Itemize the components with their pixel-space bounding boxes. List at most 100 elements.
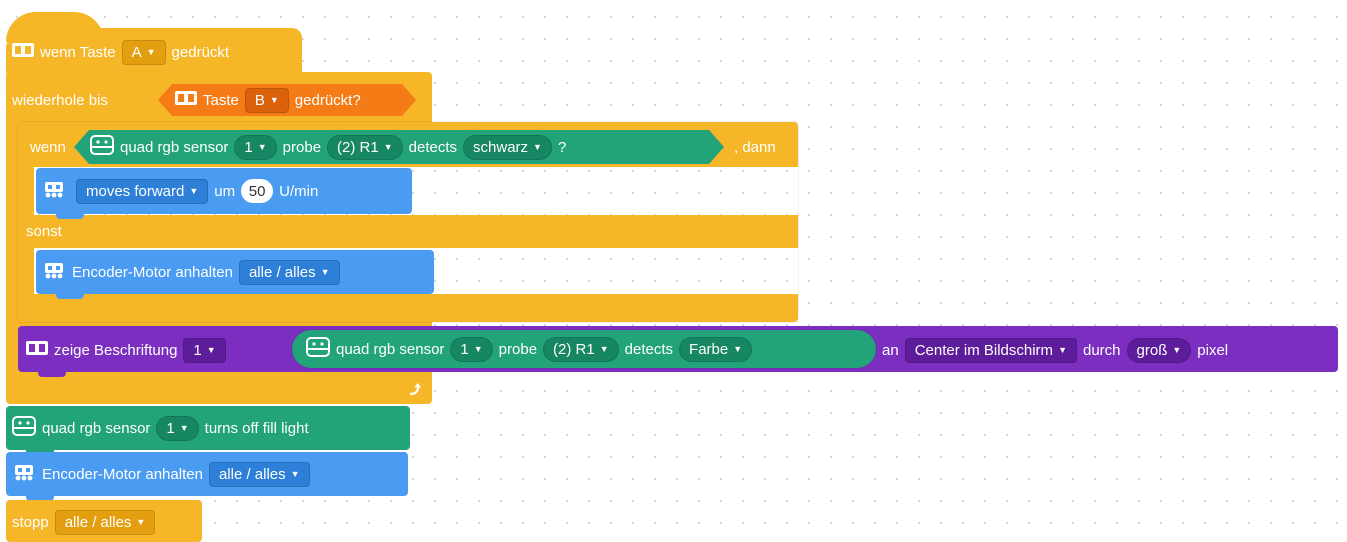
encoder-motor-icon — [42, 180, 66, 202]
show-label-content: zeige Beschriftung 1 ▼ — [26, 336, 226, 364]
stop-all-dropdown[interactable]: alle / alles ▼ — [54, 509, 156, 535]
stop-encoder-inner-label: Encoder-Motor anhalten — [72, 263, 233, 281]
position-value: Center im Bildschirm — [914, 341, 1054, 359]
quad-rgb-sensor-icon — [306, 337, 330, 361]
quad-rgb-sensor-icon — [90, 135, 114, 159]
chevron-down-icon: ▼ — [533, 142, 542, 152]
encoder-motor-icon — [12, 463, 36, 485]
reporter-sensor-index-value: 1 — [460, 340, 469, 358]
repeat-until-label: wiederhole bis — [12, 91, 108, 109]
quad-rgb-sensor-icon — [12, 416, 36, 440]
board-icon — [26, 341, 48, 359]
stop-all-label: stopp — [12, 513, 49, 531]
color-value: schwarz — [473, 138, 529, 156]
reporter-sensor-label: quad rgb sensor — [336, 340, 445, 358]
probe-dropdown[interactable]: (2) R1 ▼ — [327, 134, 403, 160]
chevron-down-icon: ▼ — [473, 344, 483, 354]
size-dropdown[interactable]: groß ▼ — [1126, 337, 1192, 363]
stop-encoder-outer-label: Encoder-Motor anhalten — [42, 465, 203, 483]
chevron-down-icon: ▼ — [269, 95, 279, 105]
sensor-index-dropdown[interactable]: 1 ▼ — [234, 134, 277, 160]
stop-encoder-outer-content: Encoder-Motor anhalten alle / alles ▼ — [12, 460, 310, 488]
chevron-down-icon: ▼ — [146, 47, 156, 57]
chevron-down-icon: ▼ — [383, 142, 393, 152]
reporter-probe-label: probe — [498, 340, 538, 358]
color-dropdown[interactable]: schwarz ▼ — [463, 134, 552, 160]
pixel-label: pixel — [1197, 341, 1229, 359]
chevron-down-icon: ▼ — [320, 267, 330, 277]
position-dropdown[interactable]: Center im Bildschirm ▼ — [904, 337, 1077, 363]
chevron-down-icon: ▼ — [179, 423, 189, 433]
stop-all-value: alle / alles — [64, 513, 132, 531]
fill-light-content: quad rgb sensor 1 ▼ turns off fill light — [12, 414, 309, 442]
chevron-down-icon: ▼ — [733, 344, 743, 354]
stop-encoder-inner-content: Encoder-Motor anhalten alle / alles ▼ — [42, 258, 340, 286]
repeat-until-header: wiederhole bis — [12, 86, 108, 114]
fill-light-suffix: turns off fill light — [204, 419, 309, 437]
sensor-detects-reporter-content: quad rgb sensor 1 ▼ probe (2) R1 ▼ detects… — [306, 335, 753, 363]
detects-label: detects — [408, 138, 458, 156]
label-index-value: 1 — [193, 341, 202, 359]
chevron-down-icon: ▼ — [136, 517, 146, 527]
board-icon — [175, 91, 197, 109]
label-index-dropdown[interactable]: 1 ▼ — [183, 337, 226, 363]
chevron-down-icon: ▼ — [189, 186, 199, 196]
unit-label: U/min — [279, 182, 319, 200]
then-header: , dann — [734, 133, 776, 161]
sensor-label: quad rgb sensor — [120, 138, 229, 156]
direction-dropdown[interactable]: moves forward ▼ — [76, 178, 209, 204]
speed-input[interactable]: 50 — [241, 179, 274, 203]
fill-light-sensor-label: quad rgb sensor — [42, 419, 151, 437]
reporter-detects-label: detects — [624, 340, 674, 358]
reporter-probe-dropdown[interactable]: (2) R1 ▼ — [543, 336, 619, 362]
button-prefix: Taste — [203, 91, 239, 109]
chevron-down-icon: ▼ — [1058, 345, 1067, 355]
move-forward-content: moves forward ▼ um 50 U/min — [42, 177, 318, 205]
reporter-sensor-index-dropdown[interactable]: 1 ▼ — [450, 336, 493, 362]
fill-light-index-dropdown[interactable]: 1 ▼ — [156, 415, 199, 441]
stop-encoder-inner-tab — [56, 293, 84, 299]
stop-encoder-outer-dropdown[interactable]: alle / alles ▼ — [208, 461, 310, 487]
chevron-down-icon: ▼ — [599, 344, 609, 354]
an-label: an — [882, 341, 899, 359]
durch-label: durch — [1082, 341, 1121, 359]
fill-light-index-value: 1 — [166, 419, 175, 437]
question-mark: ? — [557, 138, 567, 156]
chevron-down-icon: ▼ — [1172, 345, 1182, 355]
reporter-probe-value: (2) R1 — [553, 340, 595, 358]
show-label-label: zeige Beschriftung — [54, 341, 178, 359]
size-value: groß — [1136, 341, 1168, 359]
key-dropdown-a[interactable]: A ▼ — [121, 39, 166, 65]
if-label: wenn — [30, 138, 66, 156]
key-dropdown-b-value: B — [254, 91, 265, 109]
sensor-detects-content: quad rgb sensor 1 ▼ probe (2) R1 ▼ detects… — [90, 133, 566, 161]
else-header: sonst — [26, 220, 62, 242]
sensor-index-value: 1 — [244, 138, 253, 156]
chevron-down-icon: ▼ — [290, 469, 300, 479]
move-forward-tab — [56, 213, 84, 219]
button-pressed-content: Taste B ▼ gedrückt? — [175, 86, 361, 114]
stop-encoder-inner-dropdown[interactable]: alle / alles ▼ — [238, 259, 340, 285]
key-dropdown-b[interactable]: B ▼ — [244, 87, 289, 113]
button-suffix: gedrückt? — [294, 91, 361, 109]
chevron-down-icon: ▼ — [257, 142, 267, 152]
show-label-tab — [38, 371, 66, 377]
key-dropdown-a-value: A — [131, 43, 142, 61]
encoder-motor-icon — [42, 261, 66, 283]
um-label: um — [214, 182, 236, 200]
stop-encoder-inner-value: alle / alles — [248, 263, 316, 281]
hat-suffix: gedrückt — [171, 43, 230, 61]
reporter-detects-dropdown[interactable]: Farbe ▼ — [679, 336, 753, 362]
reporter-detects-value: Farbe — [689, 340, 729, 358]
stop-all-content: stopp alle / alles ▼ — [12, 508, 156, 536]
hat-block-content: wenn Taste A ▼ gedrückt — [12, 38, 229, 66]
chevron-down-icon: ▼ — [206, 345, 216, 355]
show-label-tail: an Center im Bildschirm ▼ durch groß ▼ pix… — [882, 336, 1228, 364]
then-label: , dann — [734, 138, 776, 156]
hat-prefix: wenn Taste — [40, 43, 116, 61]
else-label: sonst — [26, 222, 62, 240]
if-header: wenn — [30, 133, 66, 161]
stop-encoder-outer-value: alle / alles — [218, 465, 286, 483]
loop-arrow-icon — [406, 380, 424, 398]
direction-value: moves forward — [86, 182, 185, 200]
